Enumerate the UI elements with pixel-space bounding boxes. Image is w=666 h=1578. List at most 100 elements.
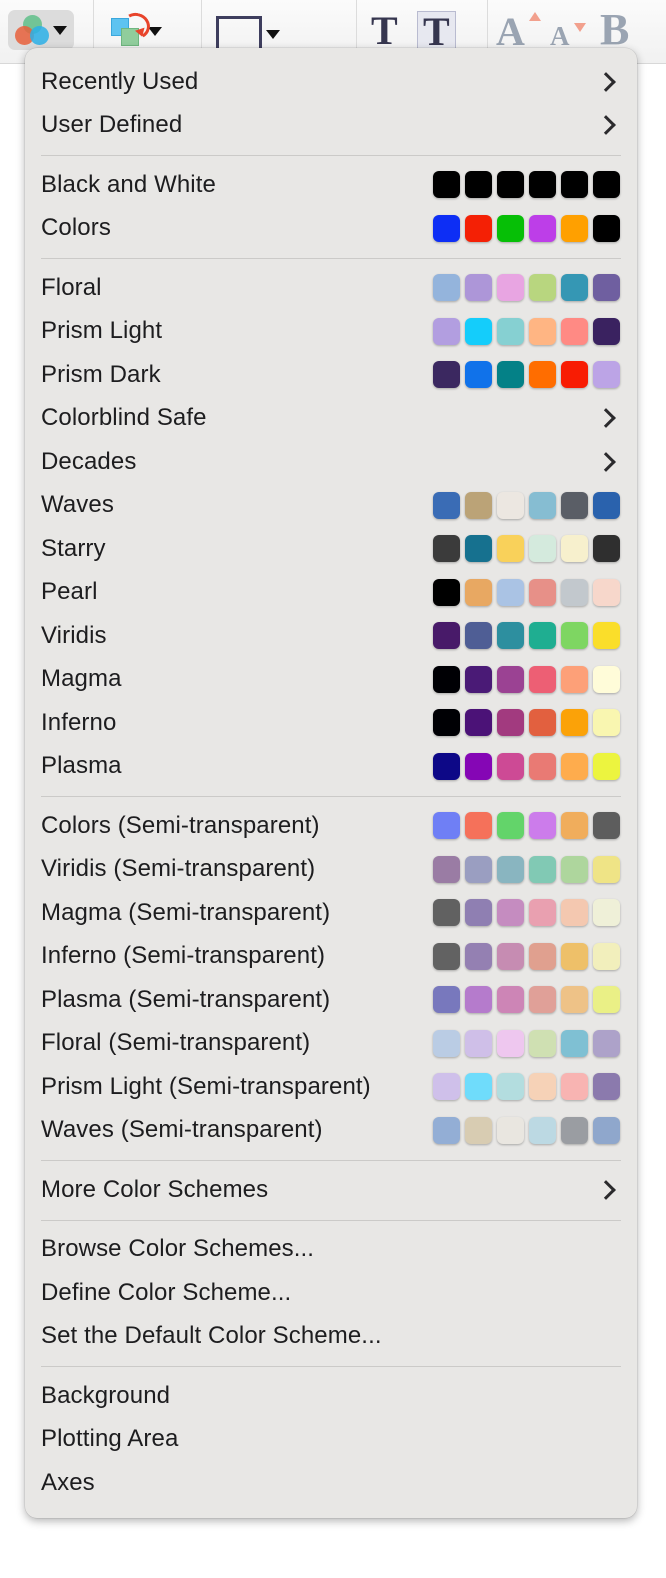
color-swatch[interactable] bbox=[465, 855, 492, 883]
color-swatch-row[interactable] bbox=[433, 171, 623, 199]
menu-item-pearl[interactable]: Pearl bbox=[25, 571, 637, 615]
color-swatch[interactable] bbox=[465, 491, 492, 519]
menu-item-define-color-scheme[interactable]: Define Color Scheme... bbox=[25, 1271, 637, 1315]
menu-item-browse-color-schemes[interactable]: Browse Color Schemes... bbox=[25, 1228, 637, 1272]
color-swatch-row[interactable] bbox=[433, 752, 623, 780]
shape-style-dropdown[interactable] bbox=[216, 16, 280, 52]
color-swatch[interactable] bbox=[433, 622, 460, 650]
menu-item-prism-light-semi-transparent[interactable]: Prism Light (Semi-transparent) bbox=[25, 1065, 637, 1109]
color-swatch[interactable] bbox=[497, 171, 524, 199]
color-swatch[interactable] bbox=[561, 986, 588, 1014]
color-swatch[interactable] bbox=[433, 361, 460, 389]
color-swatch[interactable] bbox=[433, 1073, 460, 1101]
color-swatch[interactable] bbox=[593, 578, 620, 606]
bold[interactable]: B bbox=[600, 8, 629, 52]
menu-item-waves[interactable]: Waves bbox=[25, 484, 637, 528]
color-swatch[interactable] bbox=[529, 855, 556, 883]
color-swatch[interactable] bbox=[465, 578, 492, 606]
color-swatch[interactable] bbox=[497, 855, 524, 883]
decrease-font-size[interactable]: A bbox=[550, 23, 586, 50]
color-swatch[interactable] bbox=[593, 709, 620, 737]
color-swatch[interactable] bbox=[433, 665, 460, 693]
color-swatch[interactable] bbox=[561, 274, 588, 302]
color-swatch[interactable] bbox=[465, 752, 492, 780]
menu-item-axes[interactable]: Axes bbox=[25, 1461, 637, 1505]
color-swatch[interactable] bbox=[561, 491, 588, 519]
color-swatch[interactable] bbox=[561, 535, 588, 563]
color-swatch[interactable] bbox=[593, 535, 620, 563]
color-swatch[interactable] bbox=[593, 942, 620, 970]
color-swatch-row[interactable] bbox=[433, 361, 623, 389]
menu-item-user-defined[interactable]: User Defined bbox=[25, 104, 637, 148]
color-swatch[interactable] bbox=[465, 812, 492, 840]
color-swatch[interactable] bbox=[529, 665, 556, 693]
color-swatch[interactable] bbox=[529, 1116, 556, 1144]
color-swatch[interactable] bbox=[465, 665, 492, 693]
color-swatch[interactable] bbox=[497, 317, 524, 345]
color-swatch[interactable] bbox=[465, 274, 492, 302]
color-swatch[interactable] bbox=[529, 709, 556, 737]
color-swatch-row[interactable] bbox=[433, 1116, 623, 1144]
color-swatch[interactable] bbox=[529, 578, 556, 606]
color-swatch[interactable] bbox=[593, 752, 620, 780]
menu-item-inferno-semi-transparent[interactable]: Inferno (Semi-transparent) bbox=[25, 935, 637, 979]
color-swatch[interactable] bbox=[497, 274, 524, 302]
color-swatch[interactable] bbox=[465, 1116, 492, 1144]
color-swatch[interactable] bbox=[561, 1029, 588, 1057]
color-swatch[interactable] bbox=[561, 578, 588, 606]
color-swatch[interactable] bbox=[593, 274, 620, 302]
color-swatch-row[interactable] bbox=[433, 317, 623, 345]
menu-item-background[interactable]: Background bbox=[25, 1374, 637, 1418]
menu-item-waves-semi-transparent[interactable]: Waves (Semi-transparent) bbox=[25, 1109, 637, 1153]
color-swatch[interactable] bbox=[561, 317, 588, 345]
menu-item-colors-semi-transparent[interactable]: Colors (Semi-transparent) bbox=[25, 804, 637, 848]
color-swatch[interactable] bbox=[497, 214, 524, 242]
color-swatch[interactable] bbox=[465, 317, 492, 345]
color-swatch[interactable] bbox=[561, 361, 588, 389]
color-swatch[interactable] bbox=[529, 986, 556, 1014]
color-swatch[interactable] bbox=[529, 361, 556, 389]
color-swatch[interactable] bbox=[593, 1116, 620, 1144]
color-swatch[interactable] bbox=[593, 361, 620, 389]
color-swatch[interactable] bbox=[465, 535, 492, 563]
color-swatch[interactable] bbox=[497, 812, 524, 840]
menu-item-prism-light[interactable]: Prism Light bbox=[25, 310, 637, 354]
color-swatch-row[interactable] bbox=[433, 899, 623, 927]
color-swatch[interactable] bbox=[465, 622, 492, 650]
color-swatch[interactable] bbox=[433, 578, 460, 606]
color-swatch[interactable] bbox=[465, 1073, 492, 1101]
color-swatch-row[interactable] bbox=[433, 986, 623, 1014]
color-swatch-row[interactable] bbox=[433, 622, 623, 650]
color-swatch[interactable] bbox=[529, 274, 556, 302]
color-swatch[interactable] bbox=[529, 899, 556, 927]
color-swatch[interactable] bbox=[593, 317, 620, 345]
color-swatch-row[interactable] bbox=[433, 535, 623, 563]
color-swatch-row[interactable] bbox=[433, 1029, 623, 1057]
color-swatch[interactable] bbox=[561, 665, 588, 693]
color-swatch[interactable] bbox=[593, 1029, 620, 1057]
menu-item-plotting-area[interactable]: Plotting Area bbox=[25, 1418, 637, 1462]
text-box-tool[interactable]: T bbox=[417, 11, 456, 53]
menu-item-starry[interactable]: Starry bbox=[25, 527, 637, 571]
color-swatch[interactable] bbox=[593, 1073, 620, 1101]
color-swatch[interactable] bbox=[497, 578, 524, 606]
menu-item-magma[interactable]: Magma bbox=[25, 658, 637, 702]
menu-item-colorblind-safe[interactable]: Colorblind Safe bbox=[25, 397, 637, 441]
color-swatch[interactable] bbox=[593, 171, 620, 199]
menu-item-plasma[interactable]: Plasma bbox=[25, 745, 637, 789]
color-swatch[interactable] bbox=[465, 214, 492, 242]
color-swatch[interactable] bbox=[529, 622, 556, 650]
color-swatch[interactable] bbox=[529, 535, 556, 563]
color-swatch[interactable] bbox=[561, 855, 588, 883]
color-swatch[interactable] bbox=[497, 899, 524, 927]
color-swatch[interactable] bbox=[433, 1029, 460, 1057]
menu-item-viridis-semi-transparent[interactable]: Viridis (Semi-transparent) bbox=[25, 848, 637, 892]
text-tool[interactable]: T bbox=[371, 11, 398, 51]
color-swatch[interactable] bbox=[561, 622, 588, 650]
menu-item-floral-semi-transparent[interactable]: Floral (Semi-transparent) bbox=[25, 1022, 637, 1066]
color-swatch[interactable] bbox=[433, 709, 460, 737]
color-swatch[interactable] bbox=[433, 317, 460, 345]
color-swatch[interactable] bbox=[529, 1029, 556, 1057]
color-swatch[interactable] bbox=[497, 622, 524, 650]
color-swatch[interactable] bbox=[465, 1029, 492, 1057]
